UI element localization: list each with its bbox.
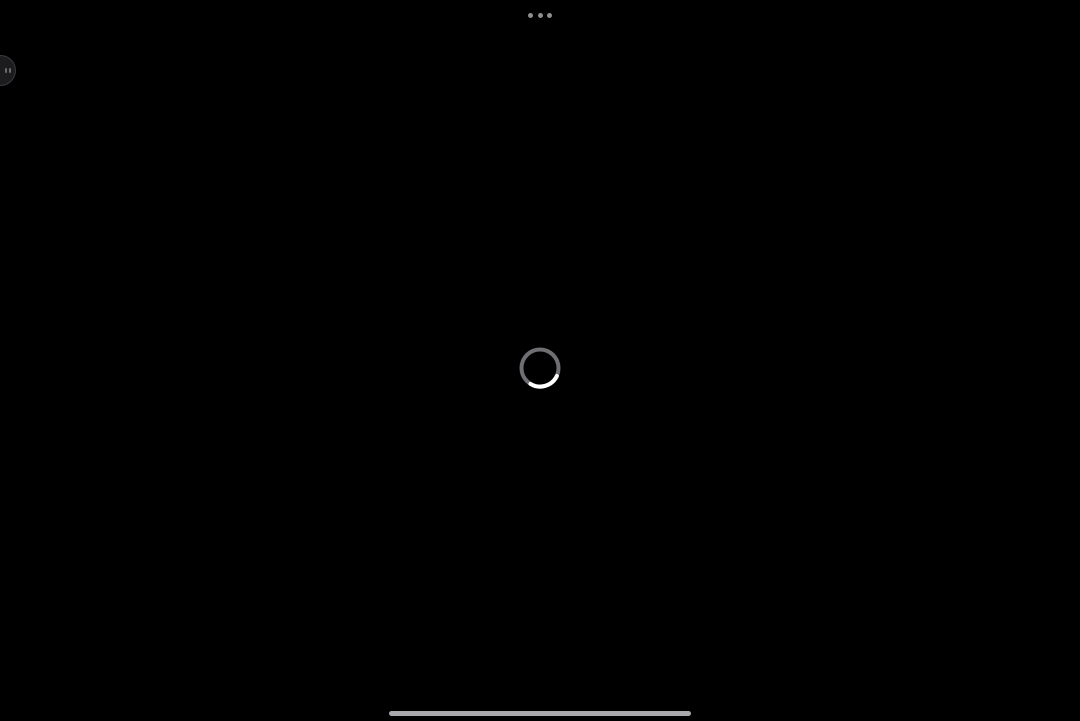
spinner-arc (528, 374, 559, 389)
home-indicator[interactable] (389, 711, 691, 716)
face-icon-eye-left (5, 68, 7, 73)
face-icon (5, 68, 11, 73)
floating-assistant-button[interactable] (0, 56, 15, 85)
ellipsis-icon-dot-3 (547, 12, 552, 18)
multitasking-menu-button[interactable] (528, 10, 552, 20)
ellipsis-icon-dot-2 (537, 12, 543, 18)
face-icon-eye-right (9, 68, 11, 73)
app-screen (0, 0, 1080, 721)
loading-spinner-icon (519, 347, 561, 389)
ellipsis-icon-dot-1 (528, 12, 533, 18)
